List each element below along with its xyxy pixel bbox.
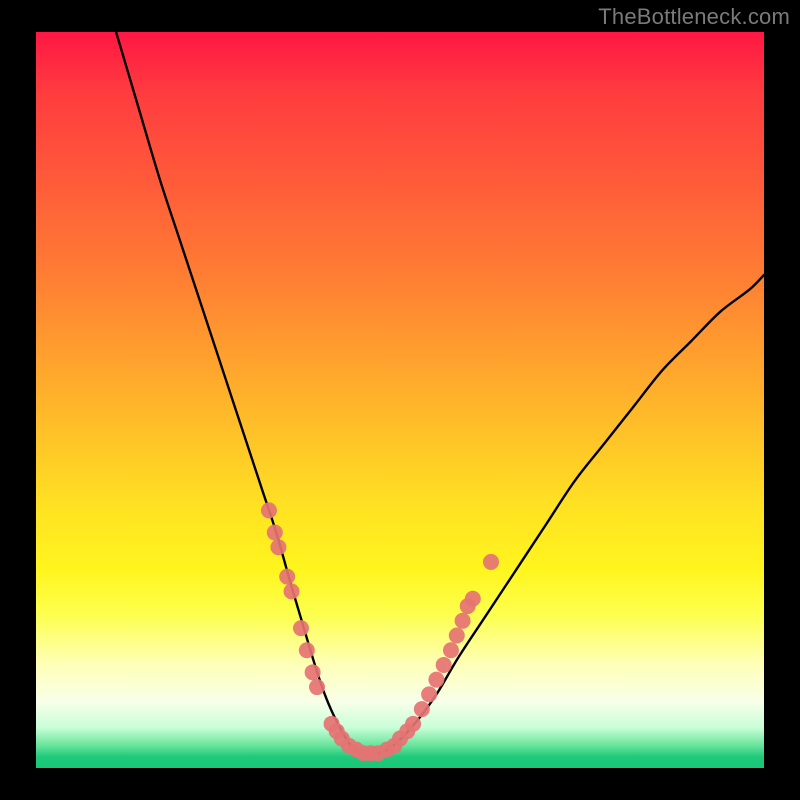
plot-area xyxy=(36,32,764,768)
marker-dot xyxy=(449,628,465,644)
marker-dot xyxy=(443,642,459,658)
bottleneck-curve xyxy=(116,32,764,754)
marker-dot xyxy=(309,679,325,695)
marker-dot xyxy=(465,591,481,607)
marker-dot xyxy=(483,554,499,570)
marker-dot xyxy=(261,502,277,518)
chart-frame: TheBottleneck.com xyxy=(0,0,800,800)
marker-dot xyxy=(299,642,315,658)
marker-dot xyxy=(293,620,309,636)
marker-dot xyxy=(421,686,437,702)
marker-dot xyxy=(284,583,300,599)
marker-dot xyxy=(428,672,444,688)
curve-markers xyxy=(261,502,499,761)
marker-dot xyxy=(267,524,283,540)
marker-dot xyxy=(279,569,295,585)
marker-dot xyxy=(270,539,286,555)
watermark-text: TheBottleneck.com xyxy=(598,4,790,30)
marker-dot xyxy=(405,716,421,732)
marker-dot xyxy=(414,701,430,717)
curve-svg xyxy=(36,32,764,768)
marker-dot xyxy=(305,664,321,680)
marker-dot xyxy=(436,657,452,673)
marker-dot xyxy=(455,613,471,629)
